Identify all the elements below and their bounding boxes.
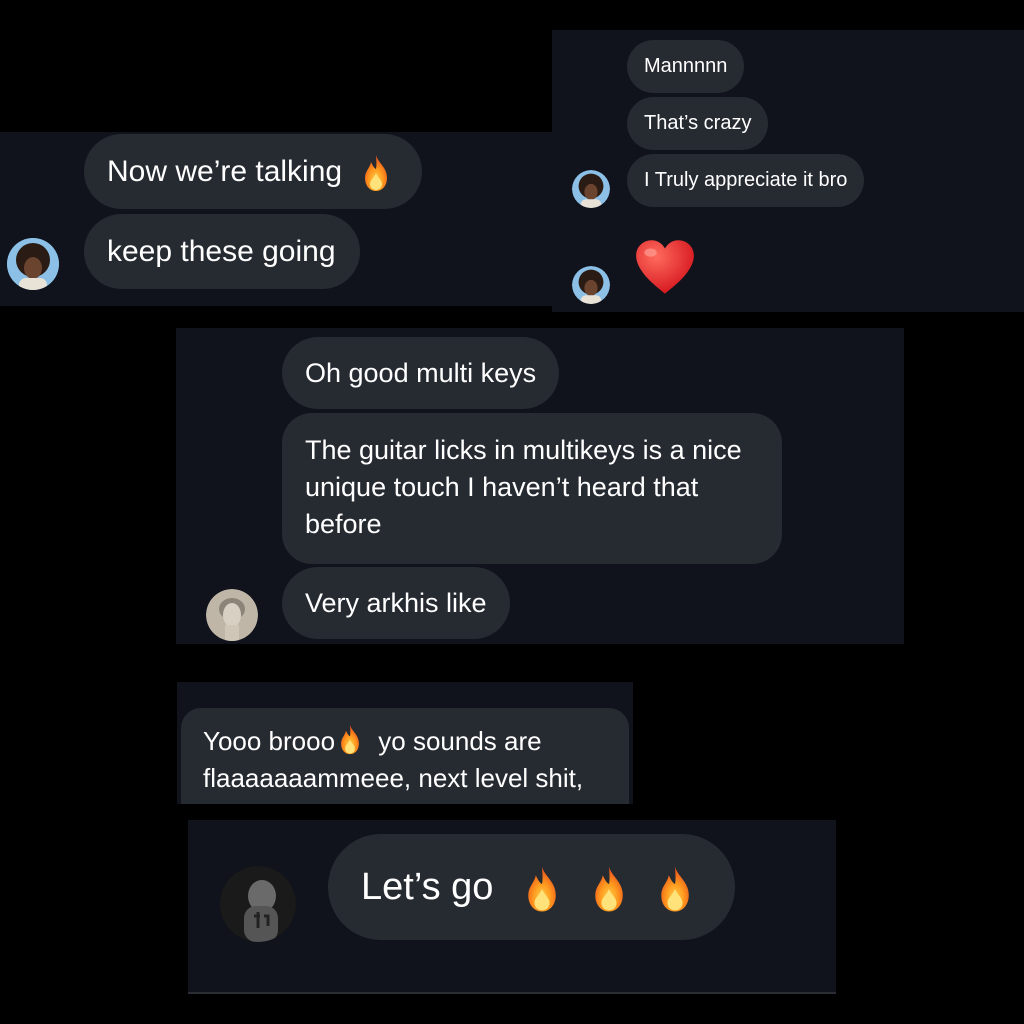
message-text: Let’s go: [361, 866, 494, 908]
message-text: Now we’re talking: [107, 155, 343, 188]
curly-hair-avatar[interactable]: [572, 170, 610, 208]
avatar-image: [572, 170, 610, 208]
message-bubble: Very arkhis like: [282, 567, 510, 639]
message-bubble: Let’s go: [328, 834, 736, 940]
message-text: keep these going: [107, 235, 336, 268]
avatar-image: [572, 266, 610, 304]
message-bubble: The guitar licks in multikeys is a nice …: [282, 413, 782, 564]
chat-panel-4: Yooo brooo yo sounds are flaaaaaaammeee,…: [177, 682, 633, 804]
fire-emoji-icon: [589, 864, 629, 914]
tattoo-avatar[interactable]: [220, 866, 296, 942]
message-text: Oh good multi keys: [305, 358, 537, 388]
fire-emoji-icon: [337, 723, 363, 756]
chat-panel-1: Now we’re talking keep these going: [0, 132, 552, 306]
curly-hair-avatar[interactable]: [572, 266, 610, 304]
message-bubble: Now we’re talking: [84, 134, 423, 209]
chat-panel-3: Oh good multi keys The guitar licks in m…: [176, 328, 904, 644]
message-text: Yooo brooo: [203, 726, 336, 756]
fire-emoji-icon: [522, 864, 562, 914]
message-text: That’s crazy: [644, 112, 752, 134]
message-text: The guitar licks in multikeys is a nice …: [305, 435, 742, 539]
chat-panel-5: Let’s go: [188, 820, 836, 994]
message-bubble: Mannnnn: [627, 40, 745, 93]
message-text: Very arkhis like: [305, 588, 487, 618]
avatar-image: [220, 866, 296, 942]
message-text: I Truly appreciate it bro: [644, 169, 848, 191]
message-text: Mannnnn: [644, 55, 728, 77]
statue-avatar[interactable]: [206, 589, 258, 641]
message-bubble: That’s crazy: [627, 97, 769, 150]
message-bubble: Oh good multi keys: [282, 337, 560, 409]
message-bubble: I Truly appreciate it bro: [627, 154, 865, 207]
fire-emoji-icon: [655, 864, 695, 914]
avatar-image: [7, 238, 59, 290]
heart-emoji-icon: [632, 234, 698, 305]
message-bubble: Yooo brooo yo sounds are flaaaaaaammeee,…: [181, 708, 629, 804]
message-bubble: keep these going: [84, 214, 360, 289]
chat-panel-2: Mannnnn That’s crazy I Truly appreciate …: [552, 30, 1024, 312]
fire-emoji-icon: [360, 153, 392, 193]
curly-hair-avatar[interactable]: [7, 238, 59, 290]
avatar-image: [206, 589, 258, 641]
